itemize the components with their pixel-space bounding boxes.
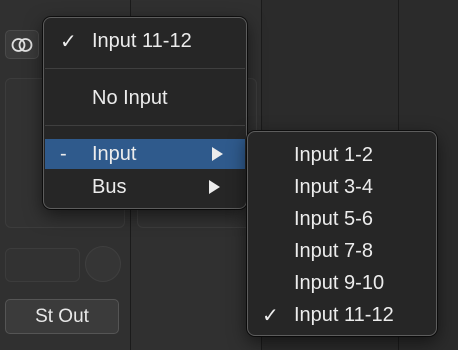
menu-item-input[interactable]: - Input (45, 139, 245, 169)
menu-item-label: Input (92, 142, 137, 165)
stereo-rings-icon (11, 37, 33, 52)
menu-item-current-input[interactable]: ✓ Input 11-12 (48, 26, 242, 56)
submenu-item[interactable]: Input 7-8 (252, 236, 432, 266)
input-submenu: Input 1-2 Input 3-4 Input 5-6 Input 7-8 … (247, 131, 437, 336)
submenu-item-label: Input 1-2 (294, 143, 373, 166)
submenu-item-label: Input 3-4 (294, 175, 373, 198)
submenu-item-label: Input 7-8 (294, 239, 373, 262)
menu-item-bus[interactable]: Bus (48, 172, 242, 202)
menu-item-label: Input 11-12 (92, 29, 192, 52)
submenu-arrow-icon (209, 180, 220, 194)
output-button[interactable]: St Out (5, 299, 119, 334)
submenu-item-label: Input 11-12 (294, 303, 394, 326)
pan-knob[interactable] (85, 246, 121, 282)
submenu-arrow-icon (212, 147, 223, 161)
menu-item-label: Bus (92, 175, 127, 198)
checkmark-icon: ✓ (262, 304, 279, 327)
pan-slot[interactable] (5, 248, 80, 282)
checkmark-icon: ✓ (60, 30, 77, 53)
submenu-item[interactable]: Input 9-10 (252, 268, 432, 298)
submenu-item-label: Input 9-10 (294, 271, 385, 294)
submenu-item-label: Input 5-6 (294, 207, 373, 230)
submenu-item[interactable]: ✓ Input 11-12 (252, 300, 432, 330)
menu-item-no-input[interactable]: No Input (48, 83, 242, 113)
menu-item-label: No Input (92, 86, 168, 109)
stereo-input-button[interactable] (5, 30, 39, 59)
menu-separator (45, 125, 245, 126)
submenu-item[interactable]: Input 1-2 (252, 140, 432, 170)
mixed-state-marker: - (60, 142, 67, 165)
menu-separator (45, 68, 245, 69)
input-menu: ✓ Input 11-12 No Input - Input Bus (43, 17, 247, 209)
submenu-item[interactable]: Input 3-4 (252, 172, 432, 202)
submenu-item[interactable]: Input 5-6 (252, 204, 432, 234)
